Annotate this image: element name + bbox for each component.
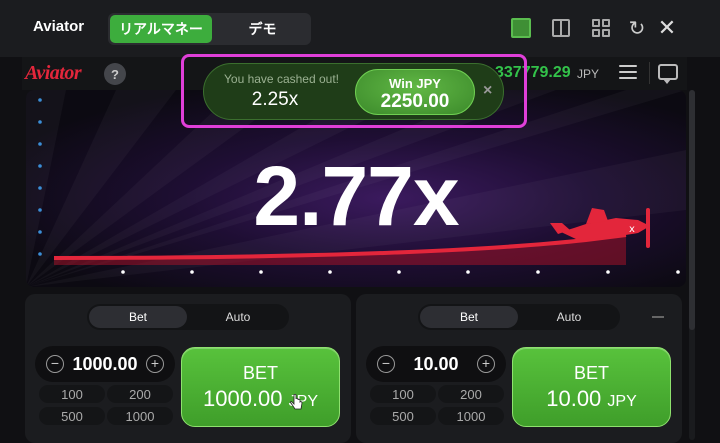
single-view-icon[interactable]	[510, 17, 532, 39]
chat-icon[interactable]	[658, 64, 678, 84]
quick-bet-1000[interactable]: 1000	[438, 407, 504, 425]
bet-button[interactable]: BET 10.00 JPY	[512, 347, 671, 427]
bet-panel-1: Bet Auto − 1000.00 + 100 200 500 1000 BE…	[25, 294, 351, 443]
bet-button[interactable]: BET 1000.00 JPY	[181, 347, 340, 427]
bet-tabs: Bet Auto	[418, 304, 620, 330]
header-divider	[649, 62, 650, 84]
increase-bet-button[interactable]: +	[146, 355, 164, 373]
real-money-mode-button[interactable]: リアルマネー	[110, 15, 212, 43]
grid-view-icon[interactable]	[590, 17, 612, 39]
bet-amount-value[interactable]: 1000.00	[65, 354, 145, 375]
tab-bet[interactable]: Bet	[89, 306, 187, 328]
bet-button-amount-value: 10.00	[546, 386, 602, 411]
x-axis-dots	[121, 270, 680, 274]
bet-button-label: BET	[573, 363, 609, 383]
close-icon[interactable]: ✕	[656, 15, 678, 40]
bet-button-amount: 10.00 JPY	[513, 386, 670, 412]
bet-panel-2: Bet Auto − 10.00 + 100 200 500 1000 BET …	[356, 294, 682, 443]
mode-switch: リアルマネー デモ	[108, 13, 311, 45]
bet-button-label: BET	[242, 363, 278, 383]
split-view-icon[interactable]	[550, 17, 572, 39]
increase-bet-button[interactable]: +	[477, 355, 495, 373]
quick-bet-500[interactable]: 500	[39, 407, 105, 425]
win-amount-badge: Win JPY 2250.00	[355, 69, 475, 115]
balance-currency: JPY	[577, 67, 600, 81]
tab-auto[interactable]: Auto	[520, 306, 618, 328]
bet-button-amount: 1000.00 JPY	[182, 386, 339, 412]
decrease-bet-button[interactable]: −	[377, 355, 395, 373]
win-value: 2250.00	[380, 91, 450, 112]
bet-amount-stepper: − 10.00 +	[366, 346, 506, 382]
scrollbar[interactable]	[689, 90, 695, 440]
app-title: Aviator	[33, 18, 85, 35]
decrease-bet-button[interactable]: −	[46, 355, 64, 373]
tab-auto[interactable]: Auto	[189, 306, 287, 328]
aviator-game-window: Aviator リアルマネー デモ ↻ ✕ Aviator ? 337779.2…	[0, 0, 720, 443]
hand-cursor-icon	[290, 394, 303, 410]
demo-mode-button[interactable]: デモ	[216, 15, 309, 43]
reload-icon[interactable]: ↻	[626, 17, 648, 40]
bet-tabs: Bet Auto	[87, 304, 289, 330]
cashout-label: You have cashed out!	[224, 72, 339, 86]
scrollbar-thumb[interactable]	[689, 90, 695, 330]
bet-amount-value[interactable]: 10.00	[396, 354, 476, 375]
bet-button-amount-value: 1000.00	[203, 386, 283, 411]
close-icon[interactable]: ×	[483, 82, 492, 100]
window-controls: ↻ ✕	[510, 15, 680, 41]
quick-bet-100[interactable]: 100	[39, 385, 105, 403]
bet-button-currency: JPY	[607, 393, 637, 410]
tab-bet[interactable]: Bet	[420, 306, 518, 328]
win-title: Win JPY	[389, 76, 441, 91]
quick-bet-200[interactable]: 200	[438, 385, 504, 403]
cashout-multiplier: 2.25x	[251, 89, 299, 110]
cashout-notification: You have cashed out! 2.25x Win JPY 2250.…	[203, 63, 504, 120]
bet-amount-stepper: − 1000.00 +	[35, 346, 175, 382]
quick-bet-500[interactable]: 500	[370, 407, 436, 425]
menu-icon[interactable]	[619, 65, 637, 79]
aviator-logo: Aviator	[25, 62, 82, 84]
quick-bet-1000[interactable]: 1000	[107, 407, 173, 425]
quick-bet-100[interactable]: 100	[370, 385, 436, 403]
help-icon[interactable]: ?	[104, 63, 126, 85]
quick-bet-200[interactable]: 200	[107, 385, 173, 403]
top-bar: Aviator リアルマネー デモ ↻ ✕	[0, 0, 720, 57]
flight-multiplier: 2.77x	[253, 149, 459, 243]
remove-panel-icon[interactable]	[648, 311, 668, 323]
